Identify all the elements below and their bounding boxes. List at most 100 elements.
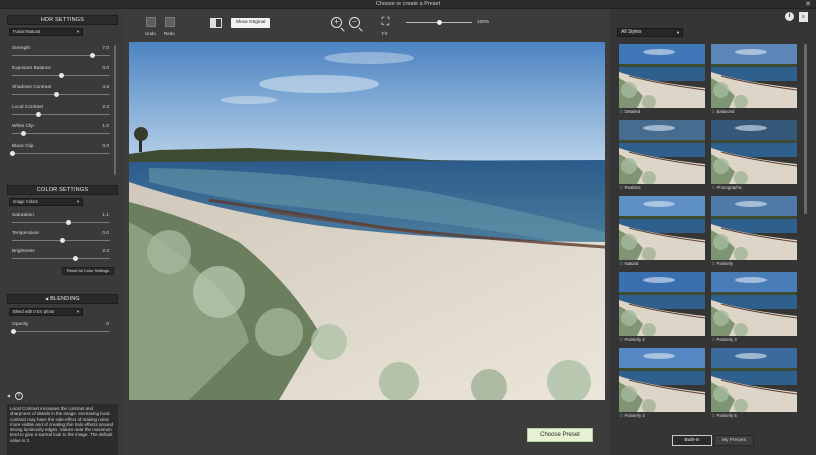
preset-preview-image [711,196,797,260]
canvas-area: Choose Preset [128,42,608,455]
exposure-balance-slider[interactable] [12,72,110,78]
reset-color-button[interactable]: Reset All Color Settings [62,267,114,275]
preset-preview-image [619,348,705,412]
zoom-in-icon[interactable]: + [331,17,342,28]
preset-caption: ☆Painterly [711,261,733,267]
undo-button-label[interactable]: Undo [145,31,156,36]
temperature-slider[interactable] [12,238,110,243]
saturation-slider[interactable] [12,220,110,225]
brightness-slider[interactable] [12,256,110,261]
preset-thumbnail-painterly[interactable]: ☆Painterly [711,196,797,271]
preset-scrollbar[interactable] [804,44,807,214]
preset-preview-image [711,120,797,184]
color-mode-dropdown[interactable]: Image Colors ▼ [9,198,83,206]
document-icon[interactable]: ≡ [799,12,808,22]
temperature-label: Temperature [12,231,39,236]
info-icon[interactable]: i [785,12,794,21]
redo-icon[interactable] [165,17,175,27]
preset-thumbnail-natural[interactable]: ☆Natural [619,196,705,271]
white-clip-slider[interactable] [12,131,110,136]
preset-name: Painterly [716,261,734,266]
zoom-slider-knob[interactable] [436,20,442,25]
preset-name: Painterly 4 [624,413,645,418]
strength-slider[interactable] [12,53,110,58]
star-icon[interactable]: ☆ [711,185,715,191]
preset-thumbnail-painterly-2[interactable]: ☆Painterly 2 [619,272,705,347]
black-clip-slider-knob[interactable] [9,150,15,156]
preset-preview-image [711,348,797,412]
preset-name: Realistic [624,185,641,190]
shadows-contrast-slider-knob[interactable] [53,92,59,97]
local-contrast-slider-knob[interactable] [35,111,41,117]
hdr-preset-value: Fusion/Natural [13,29,41,34]
blend-dropdown[interactable]: Blend with 0 EV photo ▼ [9,308,83,316]
preset-thumbnail-balanced[interactable]: ☆Balanced [711,44,797,119]
zoom-slider[interactable] [406,20,472,25]
star-icon[interactable]: ☆ [619,185,623,191]
strength-value: 7.0 [102,46,109,51]
blending-header[interactable]: ◀ BLENDING [7,294,118,304]
white-clip-slider-knob[interactable] [21,131,27,136]
window-title: Choose or create a Preset [375,1,441,7]
blend-value: Blend with 0 EV photo [13,309,55,314]
preset-thumbnail-painterly-5[interactable]: ☆Painterly 5 [711,348,797,423]
preset-thumbnail-grid: ☆Detailed ☆Balanced ☆Realistic ☆Photographi… [619,44,799,436]
star-icon[interactable]: ☆ [711,413,715,419]
star-icon[interactable]: ☆ [711,109,715,115]
preset-thumbnail-painterly-4[interactable]: ☆Painterly 4 [619,348,705,423]
redo-button-label[interactable]: Redo [164,31,175,36]
title-bar: Choose or create a Preset ✕ [0,0,816,9]
zoom-percentage: 100% [477,20,490,25]
star-icon[interactable]: ☆ [711,261,715,267]
preset-thumbnail-photographic[interactable]: ☆Photographic [711,120,797,195]
preset-caption: ☆Natural [619,261,638,267]
white-clip-value: 1.0 [102,124,109,129]
help-icon[interactable]: ? [14,392,23,400]
tab-built-in[interactable]: Built-In [672,435,712,446]
chevron-down-icon: ▼ [76,309,80,314]
hdr-preset-dropdown[interactable]: Fusion/Natural ▼ [9,28,83,36]
preset-preview-image [711,44,797,108]
tab-my-presets[interactable]: My Presets [714,435,754,446]
fit-icon[interactable]: ⛶ [380,17,391,28]
preset-name: Natural [624,261,639,266]
collapse-triangle-icon: ◀ [45,296,49,301]
preset-thumbnail-detailed[interactable]: ☆Detailed [619,44,705,119]
local-contrast-slider[interactable] [12,111,110,117]
star-icon[interactable]: ☆ [619,337,623,343]
zoom-out-icon[interactable]: − [349,17,360,28]
strength-slider-knob[interactable] [89,53,95,58]
color-mode-value: Image Colors [13,199,38,204]
star-icon[interactable]: ☆ [711,337,715,343]
preset-caption: ☆Detailed [619,109,640,115]
fit-label[interactable]: Fit [382,31,387,36]
choose-preset-button[interactable]: Choose Preset [527,428,593,442]
compare-icon[interactable] [210,18,222,28]
preset-thumbnail-realistic[interactable]: ☆Realistic [619,120,705,195]
star-icon[interactable]: ☆ [619,413,623,419]
show-original-button[interactable]: Show Original [231,18,270,28]
undo-icon[interactable] [146,17,156,27]
preview-photo[interactable] [129,42,605,400]
saturation-slider-knob[interactable] [66,220,72,225]
star-icon[interactable]: ☆ [619,261,623,267]
shadows-contrast-slider[interactable] [12,92,110,97]
close-icon[interactable]: ✕ [805,0,811,8]
opacity-slider-knob[interactable] [11,329,17,334]
star-icon[interactable]: ☆ [619,109,623,115]
preset-preview-image [619,196,705,260]
styles-filter-dropdown[interactable]: All Styles ▼ [617,28,683,37]
black-clip-value: 0.0 [102,143,109,149]
black-clip-slider[interactable] [9,150,110,156]
brightness-slider-knob[interactable] [73,256,79,261]
exposure-balance-slider-knob[interactable] [58,72,64,78]
local-contrast-label: Local Contrast [12,104,43,110]
styles-filter-value: All Styles [621,29,642,35]
hdr-scrollbar[interactable] [114,45,116,175]
collapse-icon[interactable]: ◀ [7,393,10,398]
opacity-slider[interactable] [11,329,110,334]
preset-thumbnail-painterly-3[interactable]: ☆Painterly 3 [711,272,797,347]
black-clip-label: Black Clip [12,143,34,149]
preset-caption: ☆Realistic [619,185,641,191]
temperature-slider-knob[interactable] [60,238,66,243]
